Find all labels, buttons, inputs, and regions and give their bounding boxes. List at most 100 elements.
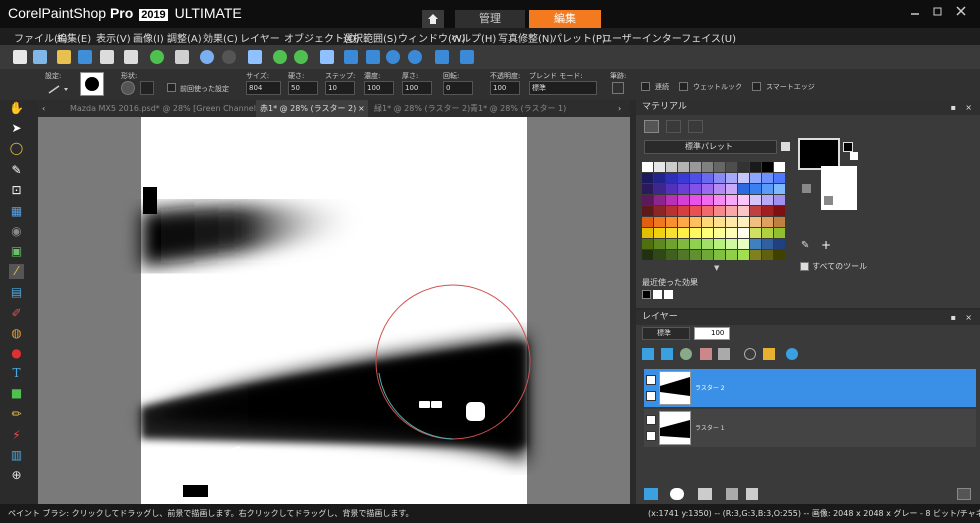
color-swatch[interactable] [750, 228, 761, 238]
color-swatch[interactable] [774, 173, 785, 183]
color-swatch[interactable] [654, 217, 665, 227]
red-eye-tool-icon[interactable]: ◉ [9, 224, 24, 239]
open-folder-icon[interactable] [57, 50, 71, 64]
shape-square-button[interactable] [140, 81, 154, 95]
color-swatch[interactable] [714, 195, 725, 205]
layer-mask-toggle-icon[interactable] [646, 431, 656, 441]
crop-tool-icon[interactable]: ⊡ [9, 183, 24, 198]
color-swatch[interactable] [702, 228, 713, 238]
learning-center-button[interactable] [957, 488, 971, 500]
color-swatch[interactable] [702, 206, 713, 216]
color-swatch[interactable] [762, 184, 773, 194]
color-swatch[interactable] [762, 239, 773, 249]
save-icon[interactable] [78, 50, 92, 64]
doc-tab-close-button[interactable]: × [354, 100, 368, 117]
bg-texture-icon[interactable] [824, 196, 833, 205]
menu-help[interactable]: ヘルプ(H) [451, 30, 496, 45]
color-swatch[interactable] [726, 217, 737, 227]
color-swatch[interactable] [750, 250, 761, 260]
color-swatch[interactable] [726, 250, 737, 260]
dropper-tool-icon[interactable]: ✎ [9, 163, 24, 178]
continuous-checkbox[interactable] [641, 82, 650, 91]
color-swatch[interactable] [678, 184, 689, 194]
tabs-scroll-left-icon[interactable]: ‹ [38, 100, 52, 117]
color-swatch[interactable] [678, 206, 689, 216]
color-swatch[interactable] [726, 173, 737, 183]
delete-layer-button[interactable] [746, 488, 758, 500]
color-swatch[interactable] [702, 195, 713, 205]
color-swatch[interactable] [642, 206, 653, 216]
menu-image[interactable]: 画像(I) [133, 30, 164, 45]
mini-bg-swatch[interactable] [850, 152, 858, 160]
dropper-icon[interactable]: ✎ [801, 240, 809, 251]
density-field[interactable]: 100 [364, 81, 394, 95]
doc-tab-mazda[interactable]: Mazda MX5 2016.psd* @ 28% [Green Channel… [66, 100, 256, 117]
document-canvas[interactable] [38, 117, 630, 504]
color-swatch[interactable] [738, 173, 749, 183]
color-swatch[interactable] [714, 239, 725, 249]
stroke-path-icon[interactable] [612, 82, 624, 94]
browse-icon[interactable] [124, 50, 138, 64]
doc-tab-blue1[interactable]: 青1* @ 28% (ラスター 1) [466, 100, 570, 117]
menu-edit[interactable]: 編集(E) [57, 30, 91, 45]
color-swatch[interactable] [714, 162, 725, 172]
print-icon[interactable] [175, 50, 189, 64]
color-swatch[interactable] [726, 184, 737, 194]
zoom-in-icon[interactable] [386, 50, 400, 64]
new-vector-layer-icon[interactable] [661, 348, 673, 360]
layers-close-icon[interactable]: × [965, 310, 972, 325]
rotation-field[interactable]: 0 [443, 81, 473, 95]
color-swatch[interactable] [666, 206, 677, 216]
recent-color-2[interactable] [653, 290, 662, 299]
mesh-tool-icon[interactable]: ▥ [9, 448, 24, 463]
maximize-button[interactable] [933, 4, 943, 20]
color-swatch[interactable] [762, 162, 773, 172]
color-swatch[interactable] [738, 184, 749, 194]
color-swatch[interactable] [654, 162, 665, 172]
menu-adjust[interactable]: 調整(A) [167, 30, 202, 45]
recent-color-3[interactable] [664, 290, 673, 299]
canvas-area[interactable] [38, 117, 630, 504]
layer-visibility-icon[interactable] [646, 415, 656, 425]
color-swatch[interactable] [738, 162, 749, 172]
swatches-tab-icon[interactable] [688, 120, 703, 133]
mask-icon[interactable] [700, 348, 712, 360]
pen-tool-icon[interactable]: ✏ [9, 407, 24, 422]
color-swatch[interactable] [750, 239, 761, 249]
color-swatch[interactable] [702, 250, 713, 260]
tab-manage[interactable]: 管理 [455, 10, 525, 28]
palette-options-icon[interactable] [781, 142, 790, 151]
shape-round-button[interactable] [121, 81, 135, 95]
doc-tab-red1[interactable]: 赤1* @ 28% (ラスター 2) [256, 100, 368, 117]
color-swatch[interactable] [762, 206, 773, 216]
color-swatch[interactable] [774, 206, 785, 216]
color-swatch[interactable] [666, 184, 677, 194]
new-raster-layer-icon[interactable] [642, 348, 654, 360]
color-swatch[interactable] [654, 195, 665, 205]
color-swatch[interactable] [738, 206, 749, 216]
color-swatch[interactable] [726, 195, 737, 205]
color-swatch[interactable] [762, 228, 773, 238]
color-swatch[interactable] [738, 228, 749, 238]
color-swatch[interactable] [690, 217, 701, 227]
color-swatch[interactable] [654, 228, 665, 238]
use-last-checkbox[interactable] [167, 83, 176, 92]
color-swatch[interactable] [690, 184, 701, 194]
color-swatch[interactable] [642, 239, 653, 249]
menu-user-interface[interactable]: ユーザーインターフェイス(U) [602, 30, 736, 45]
color-swatch[interactable] [714, 184, 725, 194]
eraser-tool-icon[interactable]: ✐ [9, 306, 24, 321]
color-swatch[interactable] [654, 239, 665, 249]
color-swatch[interactable] [678, 250, 689, 260]
color-swatch[interactable] [726, 206, 737, 216]
color-swatch[interactable] [642, 173, 653, 183]
add-material-icon[interactable]: + [821, 238, 831, 252]
color-swatch[interactable] [762, 217, 773, 227]
group-icon[interactable] [718, 348, 730, 360]
new-file-icon[interactable] [13, 50, 27, 64]
color-swatch[interactable] [654, 184, 665, 194]
color-swatch[interactable] [774, 239, 785, 249]
color-swatch[interactable] [678, 217, 689, 227]
shape-tool-icon[interactable]: ■ [9, 386, 24, 401]
lock-icon[interactable] [763, 348, 775, 360]
